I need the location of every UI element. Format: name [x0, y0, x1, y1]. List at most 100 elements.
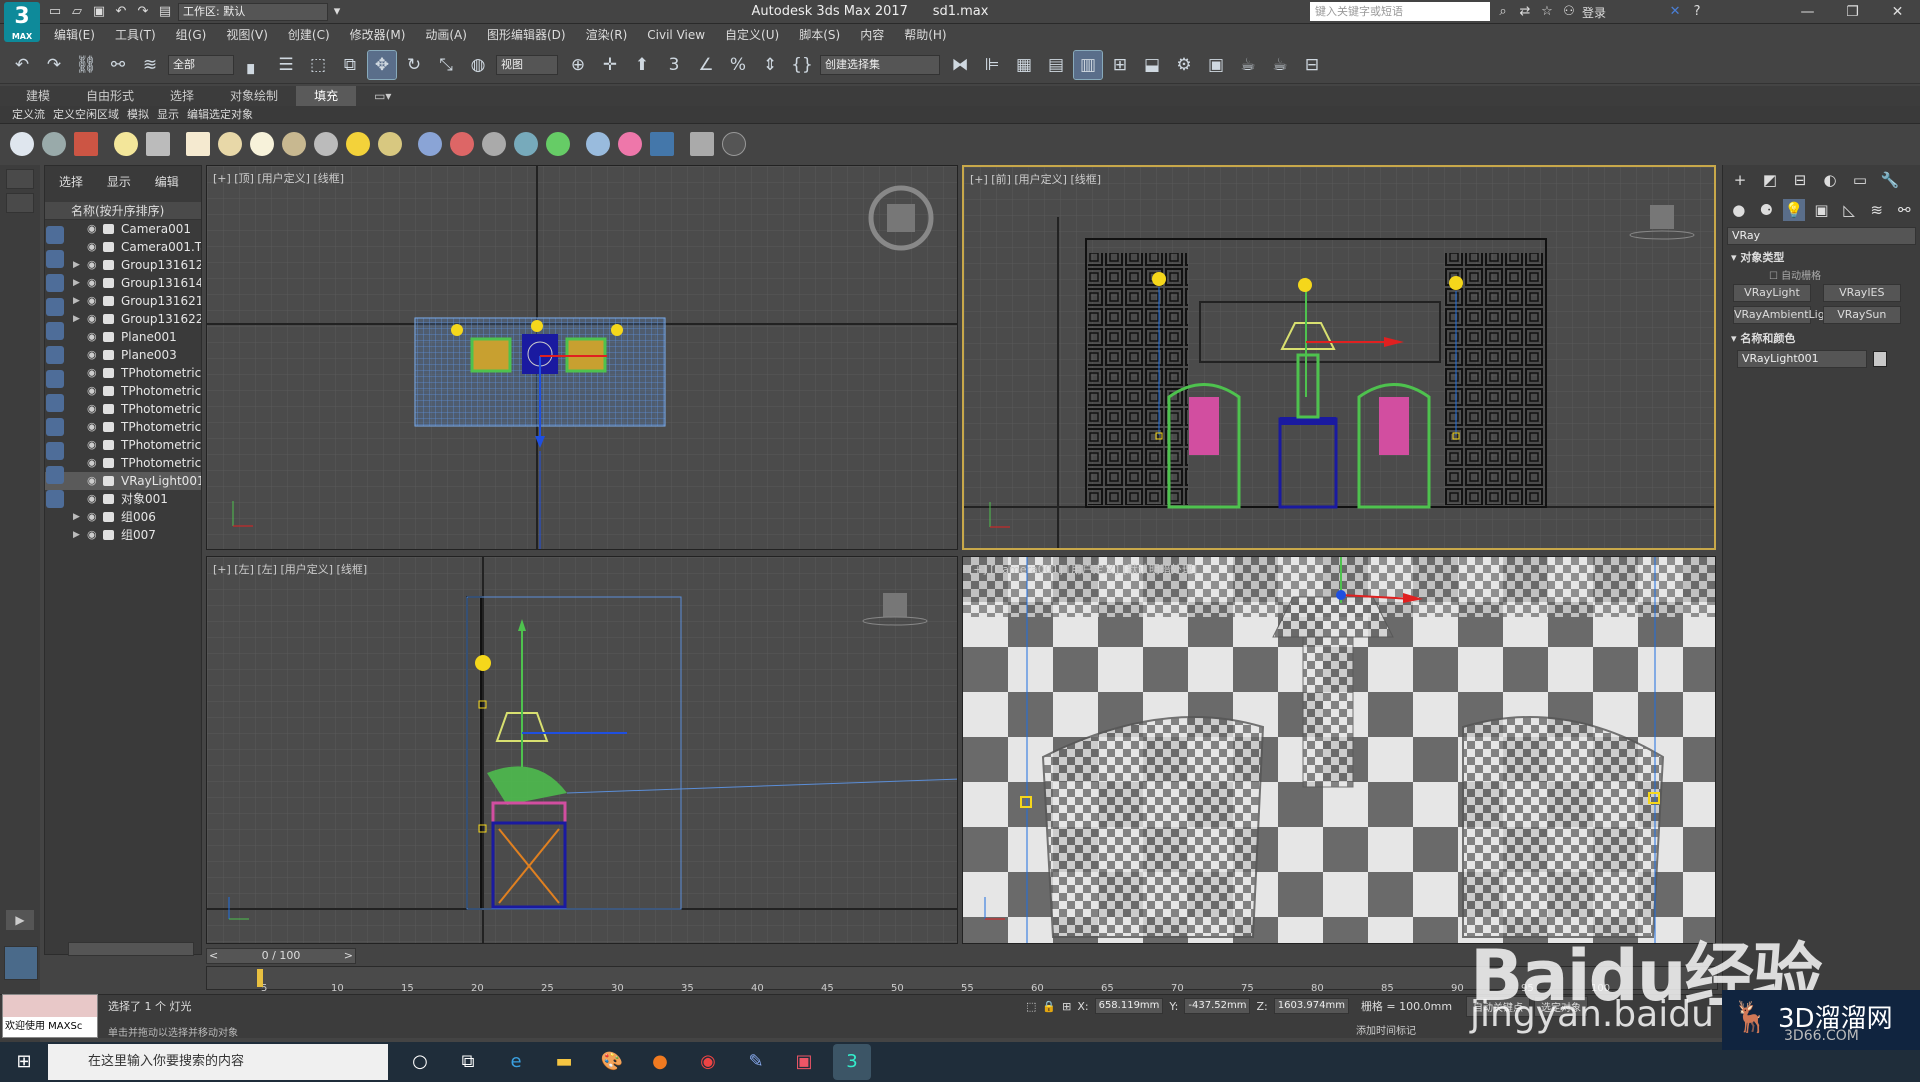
mirror-icon[interactable]: ⧓: [946, 51, 974, 79]
eye-icon[interactable]: ◉: [87, 310, 97, 328]
filter-hidden-icon[interactable]: [46, 490, 64, 508]
cloud-icon[interactable]: [42, 132, 66, 156]
doc-icon[interactable]: [690, 132, 714, 156]
minimize-icon[interactable]: —: [1785, 0, 1830, 24]
open-file-icon[interactable]: ▱: [68, 3, 86, 21]
rotate-icon[interactable]: ↻: [400, 51, 428, 79]
expand-arrow-icon[interactable]: ▶: [73, 526, 80, 544]
render-setup-icon[interactable]: ⚙: [1170, 51, 1198, 79]
filter-bones-icon[interactable]: [46, 418, 64, 436]
expand-arrow-icon[interactable]: ▶: [73, 310, 80, 328]
help-icon[interactable]: ?: [1688, 3, 1706, 21]
vrayambient-button[interactable]: VRayAmbientLigh: [1733, 306, 1832, 324]
scene-list-item[interactable]: ◉ Plane001: [45, 328, 201, 346]
drawing-app-icon[interactable]: ✎: [737, 1044, 775, 1080]
help-circle-icon[interactable]: [722, 132, 746, 156]
menu-item[interactable]: 内容: [850, 24, 894, 46]
modify-panel-icon[interactable]: ◩: [1758, 169, 1782, 191]
3dsmax-taskbar-icon[interactable]: 3: [833, 1044, 871, 1080]
paint-icon[interactable]: 🎨: [593, 1044, 631, 1080]
ribbon-simulate[interactable]: 模拟: [123, 106, 153, 124]
menu-item[interactable]: 工具(T): [105, 24, 166, 46]
photo-icon[interactable]: [74, 132, 98, 156]
align-icon[interactable]: ⊫: [978, 51, 1006, 79]
scene-list-item[interactable]: ◉ TPhotometric: [45, 436, 201, 454]
absolute-mode-icon[interactable]: ⊞: [1062, 1000, 1071, 1013]
cameras-category-icon[interactable]: ▣: [1811, 199, 1833, 221]
z-coord-field[interactable]: 1603.974mm: [1273, 998, 1349, 1014]
tab-object-paint[interactable]: 对象绘制: [212, 86, 296, 106]
edge-icon[interactable]: e: [497, 1044, 535, 1080]
menu-item[interactable]: 组(G): [166, 24, 217, 46]
star-icon[interactable]: ☆: [1538, 3, 1556, 21]
ribbon-define-flows[interactable]: 定义流: [8, 106, 49, 124]
eye-icon[interactable]: ◉: [87, 508, 97, 526]
new-file-icon[interactable]: ▭: [46, 3, 64, 21]
link-icon[interactable]: ⛓: [72, 51, 100, 79]
eye-icon[interactable]: ◉: [87, 382, 97, 400]
time-slider[interactable]: < 0 / 100 >: [206, 948, 356, 964]
scene-list-item[interactable]: ▶ ◉ Group131614: [45, 274, 201, 292]
viewport-front[interactable]: [+] [前] [用户定义] [线框]: [962, 165, 1716, 550]
restore-icon[interactable]: ❐: [1830, 0, 1875, 24]
viewport-layout-icon[interactable]: [4, 946, 38, 980]
glass-sphere-icon[interactable]: [586, 132, 610, 156]
filter-shapes-icon[interactable]: [46, 250, 64, 268]
filter-cameras-icon[interactable]: [46, 298, 64, 316]
rollout-object-type[interactable]: ▾ 对象类型: [1723, 249, 1920, 267]
search-input[interactable]: 键入关键字或短语: [1310, 2, 1490, 21]
chevron-down-icon[interactable]: ▾: [328, 3, 346, 21]
play-icon[interactable]: ▶: [6, 910, 34, 930]
pivot-center-icon[interactable]: ⊕: [564, 51, 592, 79]
scale-icon[interactable]: ⤡: [432, 51, 460, 79]
autogrid-checkbox[interactable]: ☐ 自动栅格: [1723, 267, 1920, 282]
material-editor-icon[interactable]: ⬓: [1138, 51, 1166, 79]
scene-list-item[interactable]: ◉ Camera001.Ta: [45, 238, 201, 256]
eye-icon[interactable]: ◉: [87, 526, 97, 544]
cone-icon[interactable]: [314, 132, 338, 156]
select-by-name-icon[interactable]: ☰: [272, 51, 300, 79]
layer-explorer-icon[interactable]: ▦: [1010, 51, 1038, 79]
close-icon[interactable]: ✕: [1875, 0, 1920, 24]
file-explorer-icon[interactable]: ▬: [545, 1044, 583, 1080]
slider-prev[interactable]: <: [209, 949, 218, 963]
scene-tab-edit[interactable]: 编辑: [145, 175, 189, 189]
eye-icon[interactable]: ◉: [87, 292, 97, 310]
motion-panel-icon[interactable]: ◐: [1818, 169, 1842, 191]
vrayies-button[interactable]: VRayIES: [1822, 284, 1901, 302]
maxscript-listener[interactable]: 欢迎使用 MAXSc: [2, 994, 98, 1038]
ribbon-toggle-icon[interactable]: ▤: [1042, 51, 1070, 79]
box-icon[interactable]: [186, 132, 210, 156]
edit-named-sel-icon[interactable]: {}: [788, 51, 816, 79]
vraysun-button[interactable]: VRaySun: [1822, 306, 1901, 324]
scene-list-item[interactable]: ◉ Plane003: [45, 346, 201, 364]
windows-start-icon[interactable]: ⊞: [0, 1042, 48, 1082]
schematic-view-icon[interactable]: ⊞: [1106, 51, 1134, 79]
filter-xrefs-icon[interactable]: [46, 394, 64, 412]
camera-icon[interactable]: [146, 132, 170, 156]
tab-modeling[interactable]: 建模: [8, 86, 68, 106]
app-logo[interactable]: 3 MAX: [4, 2, 40, 42]
scene-list-item[interactable]: ◉ 对象001: [45, 490, 201, 508]
scene-list-item[interactable]: ◉ TPhotometric: [45, 454, 201, 472]
y-coord-field[interactable]: -437.52mm: [1184, 998, 1251, 1014]
object-color-swatch[interactable]: [1873, 351, 1887, 367]
x-icon[interactable]: ✕: [1666, 3, 1684, 21]
scene-scrollbar[interactable]: [68, 942, 194, 956]
render-elements-icon[interactable]: [650, 132, 674, 156]
add-time-tag[interactable]: 添加时间标记: [1356, 1022, 1416, 1037]
eye-icon[interactable]: ◉: [87, 418, 97, 436]
eye-icon[interactable]: ◉: [87, 454, 97, 472]
eye-icon[interactable]: ◉: [87, 490, 97, 508]
capsule-icon[interactable]: [450, 132, 474, 156]
viewport-label-front[interactable]: [+] [前] [用户定义] [线框]: [970, 171, 1101, 187]
shapes-category-icon[interactable]: ⚈: [1756, 199, 1778, 221]
viewport-left[interactable]: [+] [左] [左] [用户定义] [线框]: [206, 556, 958, 944]
particles-icon[interactable]: [418, 132, 442, 156]
ribbon-edit-selected[interactable]: 编辑选定对象: [183, 106, 257, 124]
mesh-icon[interactable]: [482, 132, 506, 156]
viewport-top[interactable]: [+] [顶] [用户定义] [线框]: [206, 165, 958, 550]
scene-list-item[interactable]: ▶ ◉ Group131622: [45, 310, 201, 328]
render-active-icon[interactable]: ☕: [1266, 51, 1294, 79]
rollout-name-color[interactable]: ▾ 名称和颜色: [1723, 330, 1920, 348]
